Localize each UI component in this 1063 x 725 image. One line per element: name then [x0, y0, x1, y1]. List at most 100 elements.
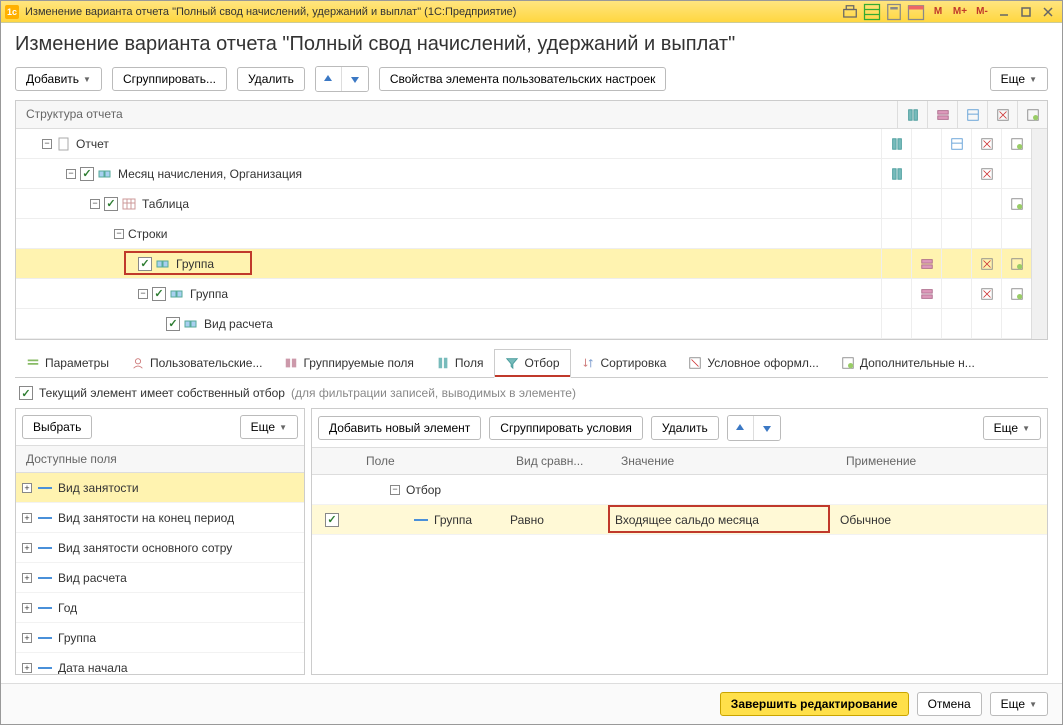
- m-button[interactable]: M: [928, 4, 948, 20]
- col-icon-4[interactable]: [987, 101, 1017, 128]
- checkbox[interactable]: [152, 287, 166, 301]
- available-header: Доступные поля: [26, 452, 117, 466]
- checkbox[interactable]: [325, 513, 339, 527]
- window-title: Изменение варианта отчета "Полный свод н…: [25, 6, 840, 18]
- expand-icon[interactable]: −: [390, 485, 400, 495]
- list-item[interactable]: +Год: [16, 593, 304, 623]
- tree-row-report[interactable]: − Отчет: [16, 129, 1031, 159]
- tree-row-table[interactable]: − Таблица: [16, 189, 1031, 219]
- own-filter-checkbox[interactable]: [19, 386, 33, 400]
- tab-extra[interactable]: Дополнительные н...: [830, 348, 986, 377]
- expand-icon[interactable]: −: [138, 289, 148, 299]
- group-icon: [184, 318, 200, 330]
- col-icon-2[interactable]: [927, 101, 957, 128]
- list-item[interactable]: +Дата начала: [16, 653, 304, 674]
- checkbox[interactable]: [80, 167, 94, 181]
- tree-row-month[interactable]: − Месяц начисления, Организация: [16, 159, 1031, 189]
- apply-cell: Обычное: [840, 513, 891, 527]
- print-icon[interactable]: [840, 4, 860, 20]
- calc-icon[interactable]: [884, 4, 904, 20]
- expand-icon[interactable]: +: [22, 483, 32, 493]
- tab-sort[interactable]: Сортировка: [571, 348, 678, 377]
- close-icon[interactable]: [1038, 4, 1058, 20]
- col-icon-3[interactable]: [957, 101, 987, 128]
- tree-label: Группа: [190, 287, 228, 301]
- list-item[interactable]: +Вид занятости: [16, 473, 304, 503]
- filter-parent-row[interactable]: −Отбор: [312, 475, 1047, 505]
- footer-more-button[interactable]: Еще▼: [990, 692, 1048, 716]
- m-plus-button[interactable]: M+: [950, 4, 970, 20]
- expand-icon[interactable]: +: [22, 543, 32, 553]
- expand-icon[interactable]: +: [22, 603, 32, 613]
- delete-cond-button[interactable]: Удалить: [651, 416, 719, 440]
- calendar-icon[interactable]: [906, 4, 926, 20]
- expand-icon[interactable]: +: [22, 513, 32, 523]
- tab-fields[interactable]: Поля: [425, 348, 495, 377]
- checkbox[interactable]: [104, 197, 118, 211]
- tree-row-calctype[interactable]: Вид расчета: [16, 309, 1031, 339]
- scrollbar[interactable]: [1031, 129, 1047, 339]
- m-minus-button[interactable]: M-: [972, 4, 992, 20]
- checkbox[interactable]: [166, 317, 180, 331]
- more-left-button[interactable]: Еще▼: [240, 415, 298, 439]
- move-down-button[interactable]: [342, 67, 368, 91]
- available-fields-pane: Выбрать Еще▼ Доступные поля +Вид занятос…: [15, 408, 305, 675]
- list-item[interactable]: +Вид расчета: [16, 563, 304, 593]
- expand-icon[interactable]: −: [66, 169, 76, 179]
- structure-tree: Структура отчета − Отчет: [15, 100, 1048, 340]
- more-button[interactable]: Еще▼: [990, 67, 1048, 91]
- move-up-button[interactable]: [316, 67, 342, 91]
- col-icon-1[interactable]: [897, 101, 927, 128]
- move-down-button[interactable]: [754, 416, 780, 440]
- expand-icon[interactable]: −: [114, 229, 124, 239]
- app-icon: 1c: [5, 5, 19, 19]
- tree-label: Строки: [128, 227, 167, 241]
- tab-groupfields[interactable]: Группируемые поля: [273, 348, 424, 377]
- finish-button[interactable]: Завершить редактирование: [720, 692, 909, 716]
- tab-user[interactable]: Пользовательские...: [120, 348, 274, 377]
- tabs: Параметры Пользовательские... Группируем…: [15, 348, 1048, 378]
- comp-cell: Равно: [510, 513, 544, 527]
- expand-icon[interactable]: +: [22, 633, 32, 643]
- move-up-button[interactable]: [728, 416, 754, 440]
- field-icon: [38, 577, 52, 579]
- list-item[interactable]: +Вид занятости на конец период: [16, 503, 304, 533]
- filter-row[interactable]: Группа Равно Входящее сальдо месяца Обыч…: [312, 505, 1047, 535]
- tab-filter[interactable]: Отбор: [494, 349, 570, 378]
- expand-icon[interactable]: −: [42, 139, 52, 149]
- add-button[interactable]: Добавить▼: [15, 67, 102, 91]
- tree-row-group-selected[interactable]: Группа: [16, 249, 1031, 279]
- add-element-button[interactable]: Добавить новый элемент: [318, 416, 481, 440]
- list-item[interactable]: +Вид занятости основного сотру: [16, 533, 304, 563]
- expand-icon[interactable]: −: [90, 199, 100, 209]
- value-cell: Входящее сальдо месяца: [615, 513, 759, 527]
- tree-row-group-2[interactable]: − Группа: [16, 279, 1031, 309]
- footer: Завершить редактирование Отмена Еще▼: [1, 683, 1062, 724]
- expand-icon[interactable]: +: [22, 573, 32, 583]
- field-icon: [414, 519, 428, 521]
- group-icon: [156, 258, 172, 270]
- expand-icon[interactable]: +: [22, 663, 32, 673]
- tree-label: Месяц начисления, Организация: [118, 167, 302, 181]
- checkbox[interactable]: [138, 257, 152, 271]
- tree-label: Вид расчета: [204, 317, 273, 331]
- tab-cond[interactable]: Условное оформл...: [677, 348, 829, 377]
- group-cond-button[interactable]: Сгруппировать условия: [489, 416, 643, 440]
- col-icon-5[interactable]: [1017, 101, 1047, 128]
- group-icon: [170, 288, 186, 300]
- page-title: Изменение варианта отчета "Полный свод н…: [15, 33, 1048, 56]
- more-right-button[interactable]: Еще▼: [983, 416, 1041, 440]
- minimize-icon[interactable]: [994, 4, 1014, 20]
- cancel-button[interactable]: Отмена: [917, 692, 982, 716]
- list-item[interactable]: +Группа: [16, 623, 304, 653]
- tab-params[interactable]: Параметры: [15, 348, 120, 377]
- delete-button[interactable]: Удалить: [237, 67, 305, 91]
- group-button[interactable]: Сгруппировать...: [112, 67, 227, 91]
- select-button[interactable]: Выбрать: [22, 415, 92, 439]
- user-settings-button[interactable]: Свойства элемента пользовательских настр…: [379, 67, 667, 91]
- maximize-icon[interactable]: [1016, 4, 1036, 20]
- tree-row-rows[interactable]: − Строки: [16, 219, 1031, 249]
- grid-icon[interactable]: [862, 4, 882, 20]
- tree-label: Группа: [176, 257, 214, 271]
- filter-label: Текущий элемент имеет собственный отбор: [39, 386, 285, 400]
